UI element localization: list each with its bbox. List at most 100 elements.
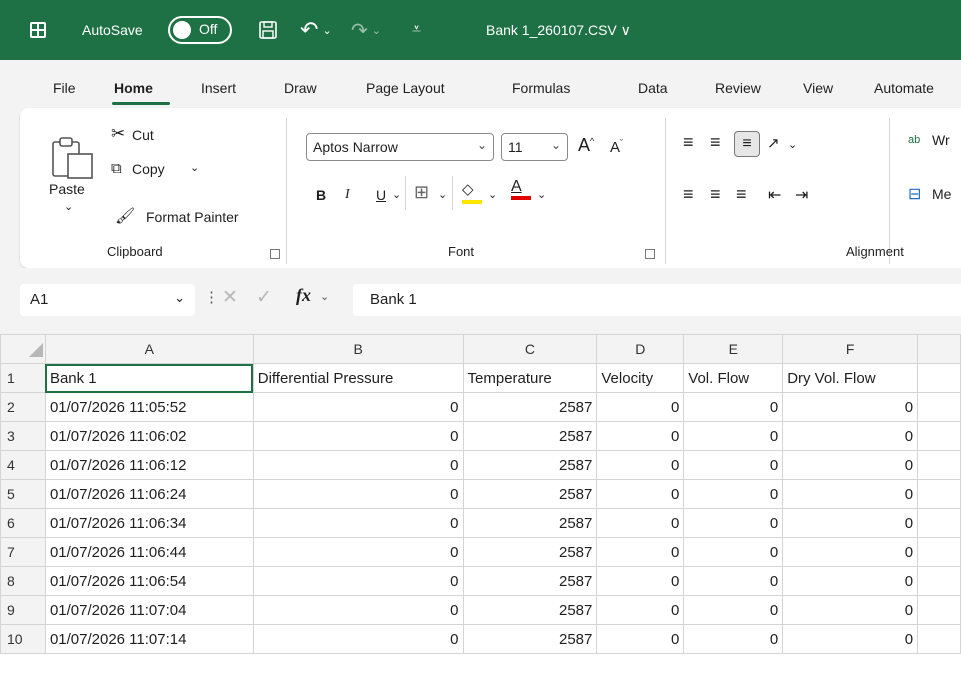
cell[interactable] [917,624,961,654]
cell[interactable]: 0 [252,508,464,538]
chevron-down-icon[interactable]: ⌄ [320,290,329,303]
row-header[interactable]: 3 [0,421,46,451]
column-header-e[interactable]: E [683,334,784,364]
paste-label[interactable]: Paste [49,181,85,197]
cell[interactable]: Velocity [596,363,685,393]
cell[interactable]: 0 [596,479,685,509]
cell[interactable]: 0 [252,566,464,596]
column-header-a[interactable]: A [44,334,254,364]
cell[interactable] [917,537,961,567]
cell[interactable]: 0 [596,508,685,538]
cell[interactable]: 01/07/2026 11:06:54 [44,566,254,596]
align-right-icon[interactable]: ≡ [736,184,747,205]
tab-file[interactable]: File [53,80,76,96]
tab-insert[interactable]: Insert [201,80,236,96]
cell[interactable]: 0 [683,508,784,538]
tab-home[interactable]: Home [114,80,153,96]
insert-function-icon[interactable]: fx [296,285,311,306]
cell[interactable]: Differential Pressure [252,363,464,393]
align-middle-icon[interactable]: ≡ [710,132,721,153]
font-launcher-icon[interactable] [645,249,655,259]
customize-quick-access-icon[interactable]: ⩡ [412,0,421,60]
row-header[interactable]: 1 [0,363,46,393]
select-all-corner[interactable] [0,334,46,364]
enter-icon[interactable]: ✓ [256,286,272,309]
cell[interactable]: 0 [596,450,685,480]
fill-color-icon[interactable]: ◇ [462,180,482,204]
row-header[interactable]: 8 [0,566,46,596]
increase-indent-icon[interactable]: ⇥ [795,185,808,205]
column-header-b[interactable]: B [252,334,464,364]
cell[interactable]: 0 [782,566,919,596]
format-painter-button[interactable]: Format Painter [146,209,239,225]
redo-icon[interactable]: ↷ ⌄ [351,0,381,60]
cell[interactable]: 0 [782,537,919,567]
borders-icon[interactable]: ⊞ [414,182,429,203]
orientation-icon[interactable]: ↗ [767,134,780,152]
cell[interactable]: 0 [596,537,685,567]
cell[interactable] [917,392,961,422]
cell[interactable]: 0 [782,450,919,480]
cell[interactable]: 0 [596,624,685,654]
cell[interactable]: 0 [252,537,464,567]
underline-dropdown-icon[interactable]: ⌄ [392,188,401,201]
align-left-icon[interactable]: ≡ [683,184,694,205]
decrease-indent-icon[interactable]: ⇤ [768,185,781,205]
cell[interactable]: 0 [252,595,464,625]
cell[interactable]: 0 [252,624,464,654]
cell[interactable]: 0 [252,479,464,509]
font-color-button[interactable]: A [511,178,531,200]
column-header-d[interactable]: D [596,334,685,364]
borders-dropdown-icon[interactable]: ⌄ [438,188,447,201]
cell[interactable]: 0 [596,566,685,596]
cell[interactable] [917,479,961,509]
cell[interactable]: 0 [596,421,685,451]
paste-dropdown-icon[interactable]: ⌄ [64,200,73,213]
cell[interactable]: Vol. Flow [683,363,784,393]
cell[interactable]: 2587 [462,479,598,509]
underline-button[interactable]: U [376,187,386,203]
cell[interactable]: 0 [683,566,784,596]
clipboard-launcher-icon[interactable] [270,249,280,259]
font-name-select[interactable]: Aptos Narrow ⌄ [306,133,494,161]
italic-button[interactable]: I [345,187,350,203]
more-options-icon[interactable]: ⋮ [204,288,219,306]
cell[interactable]: 0 [683,624,784,654]
row-header[interactable]: 10 [0,624,46,654]
cell[interactable]: 2587 [462,508,598,538]
cell[interactable]: 0 [683,392,784,422]
cell[interactable]: Temperature [462,363,598,393]
cell[interactable] [917,508,961,538]
cell[interactable]: 01/07/2026 11:05:52 [44,392,254,422]
tab-formulas[interactable]: Formulas [512,80,570,96]
cell[interactable]: 01/07/2026 11:07:14 [44,624,254,654]
align-bottom-icon[interactable]: ≡ [734,131,760,157]
cell[interactable]: 0 [683,421,784,451]
name-box[interactable]: A1 ⌄ [20,284,195,316]
cell[interactable] [917,450,961,480]
formula-input[interactable]: Bank 1 [353,284,961,316]
shrink-font-button[interactable]: Aˇ [610,138,623,156]
cell[interactable]: 01/07/2026 11:07:04 [44,595,254,625]
tab-page-layout[interactable]: Page Layout [366,80,445,96]
tab-review[interactable]: Review [715,80,761,96]
cell-a1[interactable]: Bank 1 [44,363,254,393]
cell[interactable]: 2587 [462,537,598,567]
cell[interactable]: 2587 [462,450,598,480]
align-center-icon[interactable]: ≡ [710,184,721,205]
cell[interactable]: 01/07/2026 11:06:02 [44,421,254,451]
bold-button[interactable]: B [316,187,326,203]
cell[interactable]: 0 [683,450,784,480]
cell[interactable]: 0 [782,508,919,538]
autosave-toggle[interactable]: Off [168,16,232,44]
cell[interactable]: 01/07/2026 11:06:34 [44,508,254,538]
tab-automate[interactable]: Automate [874,80,934,96]
tab-view[interactable]: View [803,80,833,96]
cell[interactable] [917,363,961,393]
cell[interactable]: 2587 [462,566,598,596]
cell[interactable]: 01/07/2026 11:06:12 [44,450,254,480]
column-header-g[interactable] [917,334,961,364]
fill-color-dropdown-icon[interactable]: ⌄ [488,188,497,201]
cell[interactable]: 0 [683,595,784,625]
undo-icon[interactable]: ↶ ⌄ [300,0,332,60]
